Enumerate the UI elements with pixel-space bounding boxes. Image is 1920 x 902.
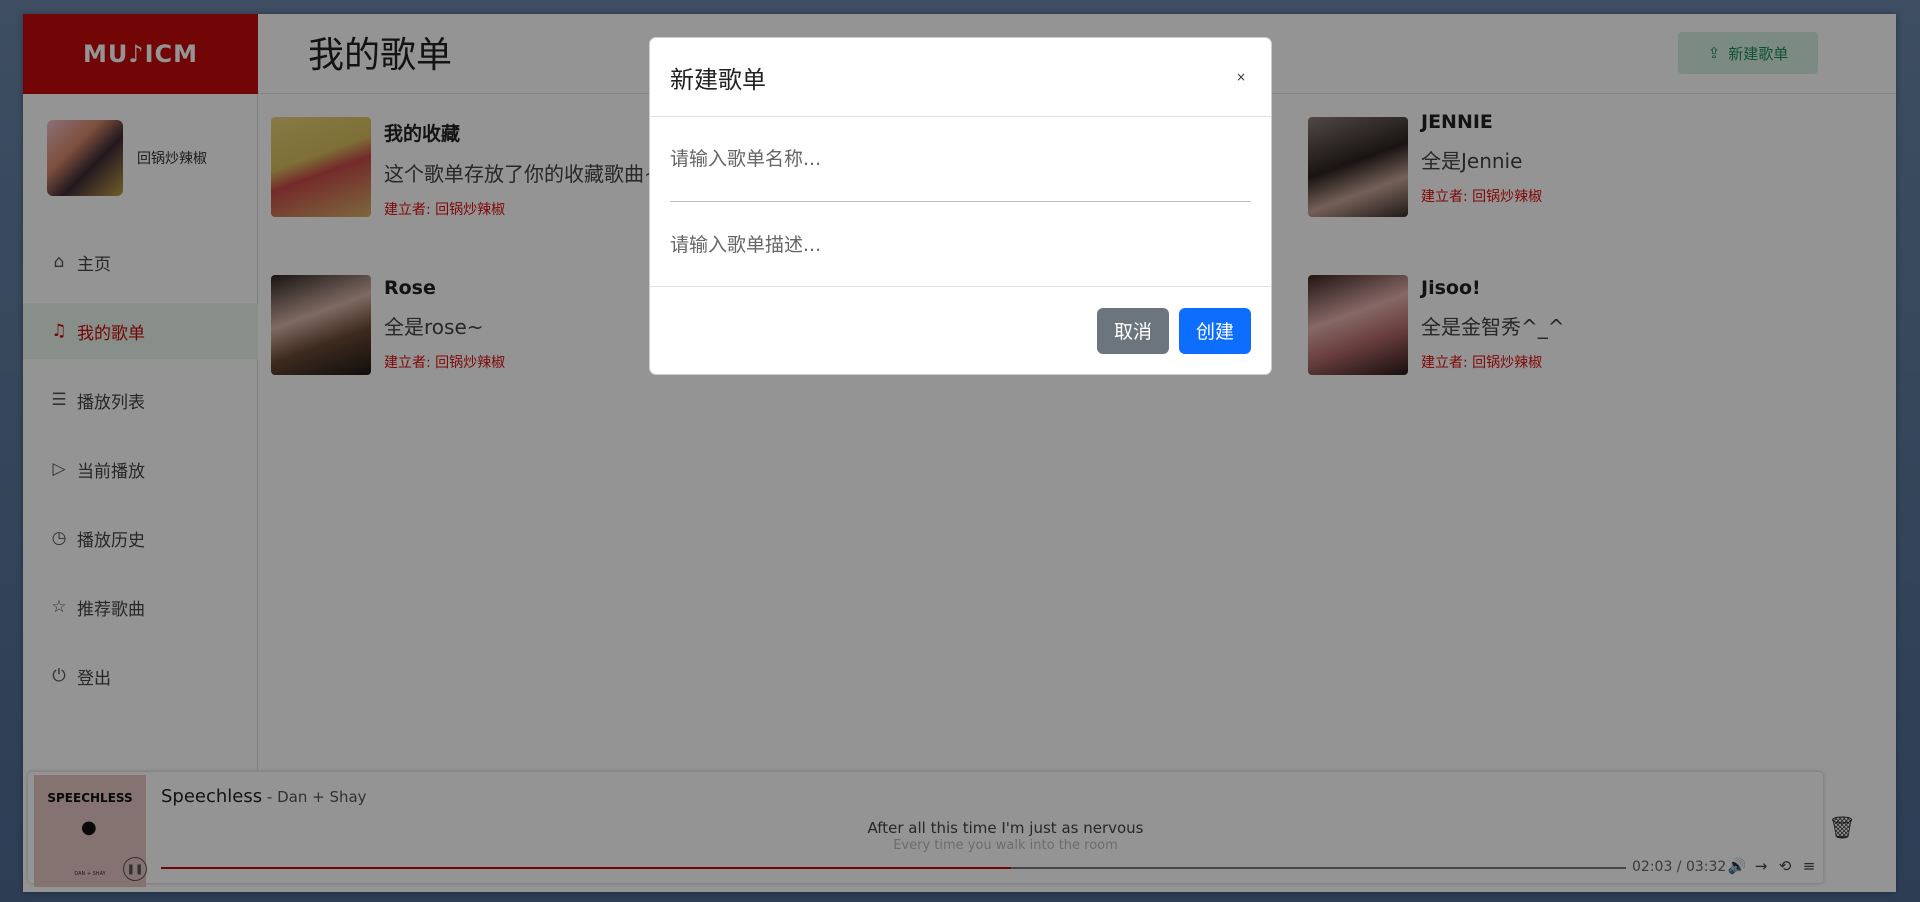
close-button[interactable]: × [1231, 70, 1251, 84]
modal-header: 新建歌单 × [650, 38, 1271, 117]
playlist-desc-input[interactable] [670, 233, 1251, 256]
desc-field-wrapper [670, 202, 1251, 287]
cancel-button[interactable]: 取消 [1097, 307, 1169, 354]
playlist-name-input[interactable] [670, 148, 1251, 170]
modal-body [650, 117, 1271, 287]
name-field-wrapper [670, 117, 1251, 202]
new-playlist-modal: 新建歌单 × 取消 创建 [649, 37, 1272, 375]
create-button[interactable]: 创建 [1179, 307, 1251, 354]
modal-footer: 取消 创建 [650, 286, 1271, 374]
modal-title: 新建歌单 [670, 65, 766, 94]
